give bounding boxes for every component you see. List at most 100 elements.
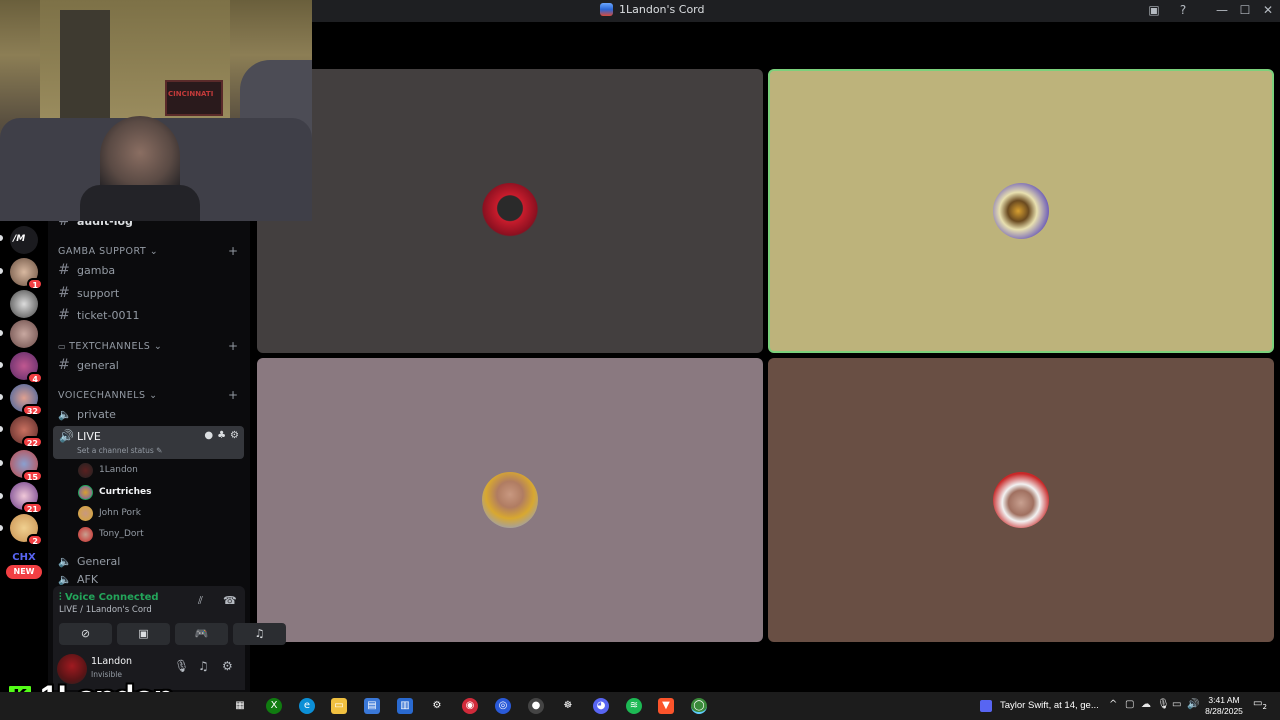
gear-icon[interactable]: ⚙ — [222, 659, 233, 673]
app-icon[interactable]: ◎ — [495, 698, 511, 714]
channel-gamba[interactable]: # gamba — [58, 260, 115, 280]
voice-channel-afk[interactable]: 🔈 AFK — [58, 573, 98, 585]
app-icon[interactable]: ◉ — [462, 698, 478, 714]
channel-status[interactable]: Set a channel status ✎ — [77, 446, 162, 455]
mention-badge: 4 — [27, 372, 43, 384]
store-icon[interactable]: ▤ — [364, 698, 380, 714]
speaker-icon: 🔈 — [58, 554, 72, 568]
server-icon[interactable]: 2 — [10, 514, 43, 546]
camera-button[interactable]: ⊘ — [59, 623, 112, 645]
chevron-up-icon[interactable]: ^ — [1109, 699, 1117, 710]
settings-icon[interactable]: ⚙ — [429, 698, 445, 714]
chx-server-logo[interactable]: CHX — [10, 552, 38, 563]
chat-icon[interactable]: ● — [204, 430, 213, 441]
add-channel-icon[interactable]: + — [228, 388, 239, 402]
maximize-button[interactable]: ☐ — [1237, 3, 1253, 17]
spotify-icon[interactable]: ≋ — [626, 698, 642, 714]
category-voice-channels[interactable]: VOICECHANNELS ⌄ + — [58, 388, 238, 402]
server-icon[interactable] — [10, 320, 38, 348]
channel-name: General — [77, 554, 121, 568]
participant-avatar — [993, 183, 1049, 239]
server-icon[interactable]: 4 — [10, 352, 43, 384]
participant-tile-4[interactable] — [768, 358, 1274, 642]
headphones-icon[interactable]: ♫ — [198, 659, 209, 673]
channel-support[interactable]: # support — [58, 283, 119, 303]
hash-icon: # — [58, 307, 70, 323]
task-view-icon[interactable]: ▦ — [232, 698, 248, 714]
close-button[interactable]: ✕ — [1260, 3, 1276, 17]
server-icon[interactable]: 21 — [10, 482, 43, 514]
voice-connected-status[interactable]: ⫶ Voice Connected — [59, 592, 159, 603]
microphone-icon[interactable]: 🎙 — [1157, 699, 1170, 710]
calculator-icon[interactable]: ▥ — [397, 698, 413, 714]
unread-pill — [0, 235, 3, 241]
cloud-icon[interactable]: ☁ — [1141, 699, 1151, 710]
unread-pill — [0, 426, 3, 432]
date: 8/28/2025 — [1205, 706, 1243, 716]
activities-button[interactable]: 🎮 — [175, 623, 228, 645]
participant-tile-3[interactable] — [257, 358, 763, 642]
xbox-icon[interactable]: X — [266, 698, 282, 714]
unread-pill — [0, 460, 3, 466]
brave-icon[interactable]: ▼ — [658, 698, 674, 714]
server-icon[interactable]: 22 — [10, 416, 43, 448]
network-icon[interactable]: ▭ — [1172, 699, 1181, 710]
member-name: John Pork — [99, 508, 141, 518]
server-icon[interactable]: /M — [10, 226, 38, 254]
participant-avatar — [993, 472, 1049, 528]
clock[interactable]: 3:41 AM 8/28/2025 — [1200, 695, 1248, 717]
speaker-icon: 🔈 — [58, 407, 72, 421]
unread-pill — [0, 394, 3, 400]
category-text-channels[interactable]: ▭ TEXTCHANNELS ⌄ + — [58, 339, 238, 353]
inbox-icon[interactable]: ▣ — [1146, 3, 1162, 17]
channel-ticket[interactable]: # ticket-0011 — [58, 305, 139, 325]
mention-badge: 21 — [21, 502, 43, 514]
tray-app-icon[interactable]: ▢ — [1125, 699, 1134, 710]
voice-member[interactable]: 1Landon — [78, 461, 138, 479]
add-channel-icon[interactable]: + — [228, 244, 239, 258]
participant-tile-speaking[interactable] — [768, 69, 1274, 353]
channel-name: private — [77, 407, 116, 421]
add-channel-icon[interactable]: + — [228, 339, 239, 353]
notification-center-icon[interactable]: ▭2 — [1252, 698, 1268, 714]
media-title[interactable]: Taylor Swift, at 14, ge... — [1000, 700, 1099, 711]
server-icon[interactable]: 32 — [10, 384, 43, 416]
server-icon[interactable]: 15 — [10, 450, 43, 482]
voice-channel-link[interactable]: LIVE / 1Landon's Cord — [59, 605, 152, 615]
voice-member-speaking[interactable]: Curtriches — [78, 483, 151, 501]
microphone-icon[interactable]: 🎙 — [174, 659, 189, 673]
obs-icon[interactable]: ● — [528, 698, 544, 714]
voice-member[interactable]: John Pork — [78, 504, 141, 522]
disconnect-icon[interactable]: ☎ — [223, 594, 237, 607]
media-icon — [980, 700, 992, 712]
voice-channel-live[interactable]: 🔊 LIVE Set a channel status ✎ ● ♣ ⚙ — [53, 426, 244, 459]
steam-icon[interactable]: ☸ — [560, 698, 576, 714]
invite-icon[interactable]: ♣ — [217, 430, 226, 441]
help-icon[interactable]: ? — [1175, 3, 1191, 17]
webcam-overlay: CINCINNATI — [0, 0, 312, 221]
member-name: Tony_Dort — [99, 529, 144, 539]
file-explorer-icon[interactable]: ▭ — [331, 698, 347, 714]
category-gamba-support[interactable]: GAMBA SUPPORT ⌄ + — [58, 244, 238, 258]
soundboard-button[interactable]: ♫ — [233, 623, 286, 645]
chrome-icon[interactable]: ◯ — [691, 698, 707, 714]
minimize-button[interactable]: — — [1214, 3, 1230, 17]
voice-channel-general[interactable]: 🔈 General — [58, 551, 120, 571]
avatar — [78, 526, 93, 542]
server-icon[interactable]: 1 — [10, 258, 43, 290]
voice-member[interactable]: Tony_Dort — [78, 525, 144, 543]
window-title: 1Landon's Cord — [600, 3, 705, 16]
volume-icon[interactable]: 🔊 — [1187, 699, 1199, 710]
participant-tile-1landon[interactable] — [257, 69, 763, 353]
screen-share-button[interactable]: ▣ — [117, 623, 170, 645]
gear-icon[interactable]: ⚙ — [230, 430, 239, 441]
noise-suppression-icon[interactable]: ⫽ — [198, 594, 203, 608]
keyboard-icon: ▭ — [58, 342, 70, 351]
discord-icon[interactable]: ◕ — [593, 698, 609, 714]
voice-channel-private[interactable]: 🔈 private — [58, 404, 116, 424]
username: 1Landon — [91, 656, 133, 667]
server-icon[interactable] — [10, 290, 38, 318]
edge-icon[interactable]: e — [299, 698, 315, 714]
channel-general-text[interactable]: # general — [58, 355, 119, 375]
gamepad-icon: 🎮 — [194, 627, 209, 640]
